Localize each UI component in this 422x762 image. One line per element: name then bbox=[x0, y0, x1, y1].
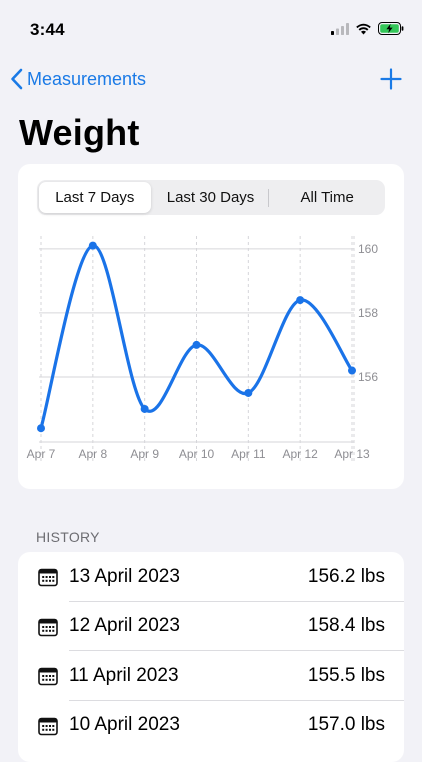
history-date: 10 April 2023 bbox=[69, 714, 180, 736]
data-point bbox=[140, 404, 149, 413]
cellular-signal-icon bbox=[331, 22, 349, 35]
history-value: 158.4 lbs bbox=[307, 615, 385, 637]
x-tick-label: Apr 7 bbox=[27, 447, 56, 461]
history-row[interactable]: 12 April 2023 158.4 lbs bbox=[18, 602, 404, 651]
history-section-header: HISTORY bbox=[36, 529, 100, 545]
x-tick-label: Apr 12 bbox=[282, 447, 318, 461]
history-date: 11 April 2023 bbox=[69, 664, 179, 686]
history-list: 13 April 2023 156.2 lbs 12 April 2023 15… bbox=[18, 552, 404, 762]
segment-label: All Time bbox=[300, 189, 354, 206]
back-button-label: Measurements bbox=[27, 68, 147, 89]
data-point bbox=[88, 241, 97, 250]
history-row[interactable]: 10 April 2023 157.0 lbs bbox=[18, 701, 404, 751]
status-bar: 3:44 bbox=[0, 0, 422, 56]
wifi-icon bbox=[356, 23, 371, 34]
segment-last-7-days[interactable]: Last 7 Days bbox=[39, 182, 151, 213]
segment-label: Last 30 Days bbox=[166, 189, 255, 206]
data-point bbox=[348, 366, 356, 375]
y-tick-label: 156 bbox=[358, 370, 378, 384]
y-tick-label: 160 bbox=[358, 242, 378, 256]
data-point bbox=[192, 340, 201, 349]
x-tick-label: Apr 11 bbox=[231, 447, 266, 461]
data-point bbox=[296, 296, 305, 305]
segment-divider bbox=[268, 188, 270, 207]
segment-label: Last 7 Days bbox=[55, 189, 135, 206]
calendar-icon bbox=[38, 618, 58, 636]
history-date: 12 April 2023 bbox=[69, 615, 180, 637]
navigation-bar: Measurements bbox=[0, 62, 422, 102]
calendar-icon bbox=[38, 717, 58, 735]
back-button[interactable]: Measurements bbox=[10, 68, 146, 90]
data-point bbox=[37, 424, 45, 433]
calendar-icon bbox=[38, 667, 58, 686]
segment-all-time[interactable]: All Time bbox=[271, 182, 383, 213]
history-row[interactable]: 11 April 2023 155.5 lbs bbox=[18, 651, 404, 701]
weight-line-chart: 160 158 156 Apr 7 Apr 8 Apr 9 Apr 10 Apr 11 Apr … bbox=[27, 236, 378, 461]
data-point bbox=[244, 388, 253, 397]
status-time: 3:44 bbox=[30, 20, 65, 39]
segment-last-30-days[interactable]: Last 30 Days bbox=[155, 182, 267, 213]
history-row[interactable]: 13 April 2023 156.2 lbs bbox=[18, 552, 404, 602]
x-tick-label: Apr 10 bbox=[179, 447, 215, 461]
history-value: 155.5 lbs bbox=[307, 664, 385, 686]
plus-icon bbox=[380, 68, 402, 90]
history-date: 13 April 2023 bbox=[69, 565, 180, 587]
add-button[interactable] bbox=[380, 68, 402, 95]
x-tick-label: Apr 13 bbox=[334, 447, 370, 461]
history-value: 157.0 lbs bbox=[307, 714, 385, 736]
status-icons bbox=[331, 22, 404, 35]
battery-charging-icon bbox=[378, 22, 404, 35]
chart-card: Last 7 Days Last 30 Days All Time 160 158… bbox=[18, 164, 404, 489]
x-tick-label: Apr 9 bbox=[130, 447, 159, 461]
x-tick-label: Apr 8 bbox=[78, 447, 107, 461]
chevron-left-icon bbox=[11, 68, 23, 90]
page-title: Weight bbox=[19, 112, 140, 153]
history-value: 156.2 lbs bbox=[307, 565, 385, 587]
y-tick-label: 158 bbox=[358, 306, 378, 320]
segmented-control: Last 7 Days Last 30 Days All Time bbox=[37, 180, 385, 215]
calendar-icon bbox=[38, 568, 58, 587]
